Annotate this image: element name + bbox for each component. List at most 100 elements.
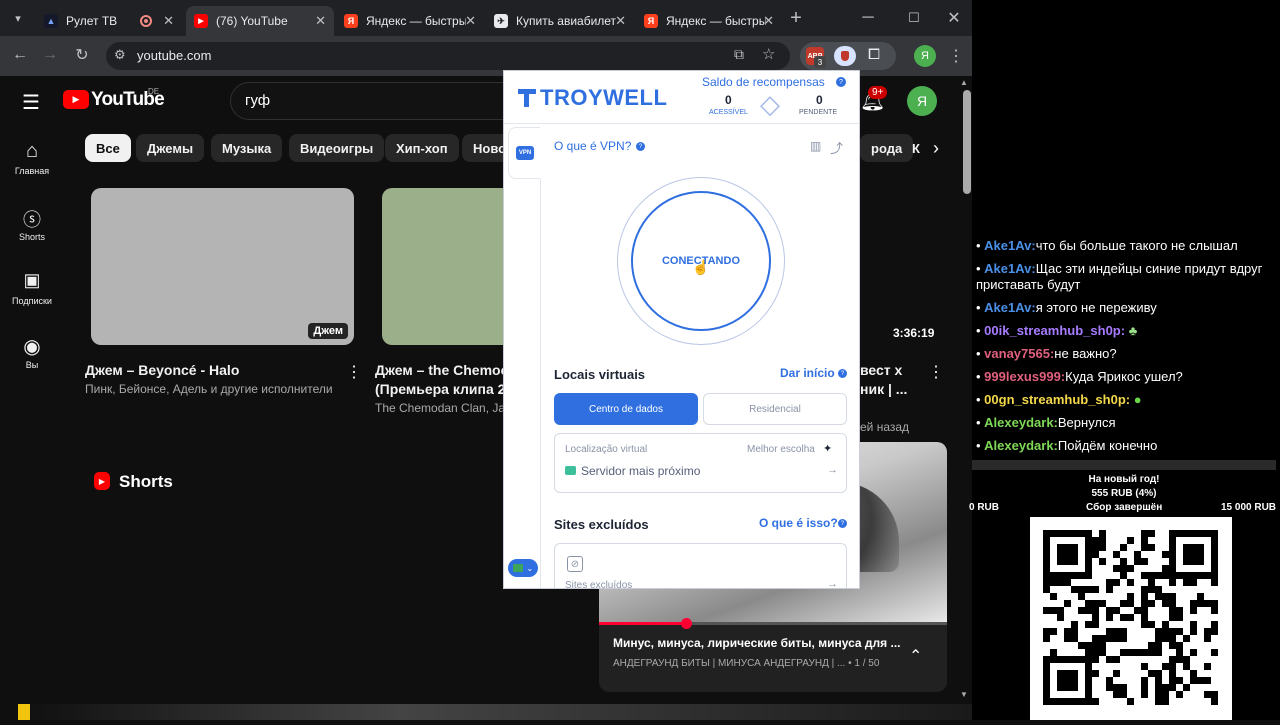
info-icon[interactable]: ? (636, 142, 645, 151)
qr-module (1211, 691, 1218, 698)
profile-avatar[interactable]: Я (914, 45, 936, 67)
video-options-icon[interactable]: ⋮ (346, 362, 362, 382)
extensions-group: ABP 3 ⧠ (800, 42, 896, 70)
tab-yandex-2[interactable]: Я Яндекс — быстры ✕ (636, 6, 782, 36)
qr-module (1162, 684, 1169, 691)
user-avatar[interactable]: Я (907, 86, 937, 116)
map-icon[interactable]: ▥ (810, 139, 821, 153)
tab-youtube[interactable]: ▶ (76) YouTube ✕ (186, 6, 334, 36)
qr-module (1169, 663, 1176, 670)
chip-all[interactable]: Все (85, 134, 131, 162)
troywell-vpn-extension-icon[interactable] (834, 46, 856, 66)
close-tab-icon[interactable]: ✕ (763, 13, 774, 29)
video-title-1[interactable]: Джем – Beyoncé - Halo (85, 362, 239, 378)
mini-player-title[interactable]: Минус, минуса, лирические биты, минуса д… (613, 636, 901, 650)
minimize-icon[interactable]: ─ (856, 6, 880, 30)
chat-username: Alexeydark: (984, 415, 1058, 430)
video-title-2[interactable]: Джем – the Chemoc (375, 362, 508, 378)
extensions-puzzle-icon[interactable]: ⧠ (868, 46, 880, 63)
video-thumbnail-2[interactable] (382, 188, 522, 345)
video-meta-2[interactable]: The Chemodan Clan, Ja (375, 401, 505, 415)
rewards-title[interactable]: Saldo de recompensas (702, 75, 825, 89)
what-is-vpn-link[interactable]: O que é VPN? (554, 139, 631, 153)
tab-label: Рулет ТВ (66, 14, 118, 28)
sidebar-item-home[interactable]: ⌂ Главная (0, 140, 64, 176)
expand-chevron-up-icon[interactable]: ⌃ (909, 646, 922, 666)
vpn-rail-tab[interactable]: VPN (508, 127, 540, 179)
search-input[interactable]: гуф (230, 82, 510, 120)
chips-next-arrow-icon[interactable]: › (922, 134, 950, 162)
video-options-icon[interactable]: ⋮ (928, 362, 944, 382)
close-tab-icon[interactable]: ✕ (615, 13, 626, 29)
location-selector[interactable]: Localização virtual Melhor escolha ✦ Ser… (554, 433, 847, 493)
qr-module (1092, 642, 1099, 649)
chip-hiphop[interactable]: Хип-хоп (385, 134, 459, 162)
back-arrow-icon[interactable]: ← (8, 43, 32, 67)
video-title-3[interactable]: вест х (860, 362, 902, 378)
qr-module (1162, 698, 1169, 705)
tab-yandex-1[interactable]: Я Яндекс — быстры ✕ (336, 6, 484, 36)
what-is-this-link[interactable]: O que é isso? (759, 516, 838, 530)
sidebar-item-shorts[interactable]: ⓢ Shorts (0, 206, 64, 242)
chip-videogames[interactable]: Видеоигры (289, 134, 385, 162)
tab-residential[interactable]: Residencial (703, 393, 847, 425)
chat-message: • Ake1Av:я этого не переживу (976, 300, 1157, 315)
qr-module (1085, 600, 1092, 607)
sidebar-item-subscriptions[interactable]: ▣ Подписки (0, 270, 64, 306)
progress-knob[interactable] (681, 618, 692, 629)
video-meta-3[interactable]: ей назад (860, 420, 909, 434)
forward-arrow-icon[interactable]: → (38, 43, 62, 67)
scroll-down-arrow-icon[interactable]: ▼ (960, 690, 968, 699)
youtube-logo-icon[interactable]: ▶ (63, 90, 89, 109)
close-tab-icon[interactable]: ✕ (315, 13, 326, 29)
reload-icon[interactable]: ↻ (70, 43, 94, 67)
language-selector[interactable]: ⌄ (508, 559, 538, 577)
install-app-icon[interactable]: ⧉ (734, 46, 744, 63)
qr-module (1190, 572, 1197, 579)
video-meta-1[interactable]: Пинк, Бейонсе, Адель и другие исполнител… (85, 382, 333, 396)
qr-module (1050, 572, 1057, 579)
tab-ruletv[interactable]: ▲ Рулет ТВ ✕ (36, 6, 182, 36)
tab-search-chevron-icon[interactable]: ▾ (6, 6, 30, 30)
qr-module (1176, 677, 1183, 684)
qr-module (1127, 614, 1134, 621)
browser-menu-icon[interactable]: ⋮ (944, 44, 968, 68)
close-tab-icon[interactable]: ✕ (163, 13, 174, 29)
chip-music[interactable]: Музыка (211, 134, 283, 162)
close-window-icon[interactable]: ✕ (942, 6, 966, 30)
you-icon: ◉ (23, 336, 41, 358)
qr-module (1085, 572, 1092, 579)
site-settings-icon[interactable]: ⚙ (114, 47, 126, 63)
chip-jams[interactable]: Джемы (136, 134, 205, 162)
hamburger-menu-icon[interactable]: ☰ (22, 90, 40, 115)
info-icon[interactable]: ? (836, 77, 846, 87)
video-title-3-line2[interactable]: ник | ... (860, 381, 907, 397)
qr-module (1141, 691, 1148, 698)
video-thumbnail-1[interactable]: Джем (91, 188, 354, 345)
qr-module (1190, 621, 1197, 628)
info-icon[interactable]: ? (838, 369, 847, 378)
maximize-icon[interactable]: ☐ (902, 6, 926, 30)
bookmark-star-icon[interactable]: ☆ (762, 45, 775, 63)
qr-module (1155, 677, 1162, 684)
address-bar[interactable]: ⚙ youtube.com ⧉ ☆ (106, 42, 790, 70)
qr-module (1169, 551, 1176, 558)
info-icon[interactable]: ? (838, 519, 847, 528)
qr-module (1092, 635, 1099, 642)
qr-module (1155, 684, 1162, 691)
sidebar-item-you[interactable]: ◉ Вы (0, 334, 64, 370)
qr-module (1141, 537, 1148, 544)
video-title-2-line2[interactable]: (Премьера клипа 20 (375, 381, 513, 397)
close-tab-icon[interactable]: ✕ (465, 13, 476, 29)
scroll-up-arrow-icon[interactable]: ▲ (960, 78, 968, 87)
start-link[interactable]: Dar início (780, 366, 835, 380)
qr-module (1085, 684, 1092, 691)
page-scrollbar[interactable] (963, 90, 971, 194)
share-icon[interactable]: ⤴ (830, 138, 843, 157)
tab-flights[interactable]: ✈ Купить авиабилет ✕ (486, 6, 634, 36)
tab-datacenter[interactable]: Centro de dados (554, 393, 698, 425)
donation-goal-title: На новый год! (1088, 474, 1160, 485)
new-tab-plus-icon[interactable]: + (784, 6, 808, 30)
progress-track[interactable] (599, 622, 947, 625)
excluded-sites-box[interactable]: ⊘ Sites excluídos → (554, 543, 847, 588)
